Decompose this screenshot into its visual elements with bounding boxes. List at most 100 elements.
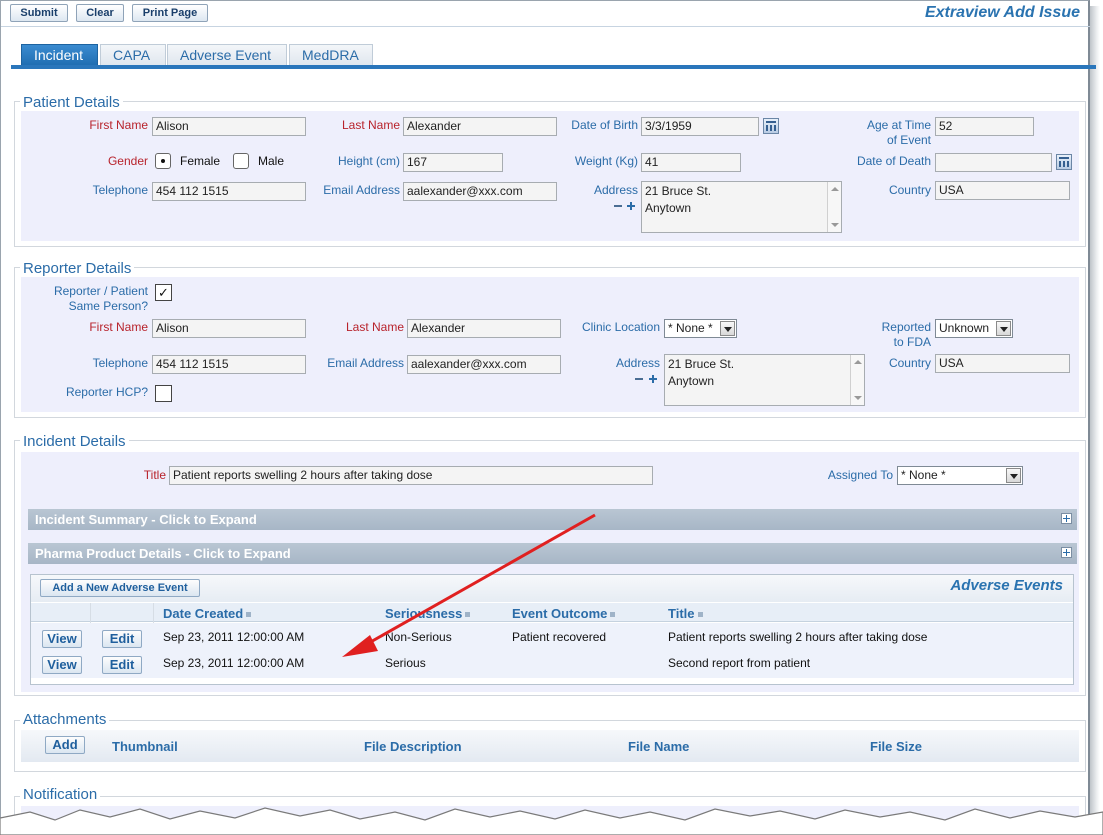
clinic-location-label: Clinic Location <box>581 320 660 334</box>
column-title-label: Title <box>668 606 695 621</box>
edit-button[interactable]: Edit <box>102 630 142 648</box>
reporter-hcp-checkbox[interactable] <box>155 385 172 402</box>
add-attachment-button[interactable]: Add <box>45 736 85 754</box>
calendar-icon[interactable] <box>1056 154 1072 170</box>
gender-female-label: Female <box>180 154 221 168</box>
tab-capa[interactable]: CAPA <box>100 44 166 66</box>
reporter-first-name-label: First Name <box>89 320 148 334</box>
minus-icon[interactable] <box>634 374 644 384</box>
email-field[interactable]: aalexander@xxx.com <box>403 182 557 201</box>
weight-field[interactable]: 41 <box>641 153 741 172</box>
reported-to-fda-label: Reported to FDA <box>820 320 931 350</box>
reporter-country-field[interactable]: USA <box>935 354 1070 373</box>
view-button[interactable]: View <box>42 630 82 648</box>
add-adverse-event-button[interactable]: Add a New Adverse Event <box>40 579 200 597</box>
edit-button[interactable]: Edit <box>102 656 142 674</box>
reporter-last-name-field[interactable]: Alexander <box>407 319 561 338</box>
reporter-hcp-label: Reporter HCP? <box>65 385 148 399</box>
scroll-down-icon[interactable] <box>854 396 862 400</box>
age-label-line2: of Event <box>886 133 931 147</box>
tab-adverse-event[interactable]: Adverse Event <box>167 44 287 66</box>
pharma-product-text: Pharma Product Details - Click to Expand <box>35 546 291 561</box>
fda-label-line2: to FDA <box>893 335 931 349</box>
column-file-description: File Description <box>364 739 462 754</box>
print-page-button[interactable]: Print Page <box>132 4 208 22</box>
row-title: Patient reports swelling 2 hours after t… <box>668 630 928 644</box>
incident-details-legend: Incident Details <box>20 434 129 450</box>
same-person-checkbox[interactable]: ✓ <box>155 284 172 301</box>
telephone-field[interactable]: 454 112 1515 <box>152 182 306 201</box>
app-title: Extraview Add Issue <box>924 4 1080 21</box>
expand-icon[interactable] <box>1061 513 1072 524</box>
gender-male-radio[interactable] <box>233 153 249 169</box>
adverse-events-heading: Adverse Events <box>950 577 1063 594</box>
last-name-field[interactable]: Alexander <box>403 117 557 136</box>
calendar-icon[interactable] <box>763 118 779 134</box>
reporter-details-legend: Reporter Details <box>20 261 135 277</box>
country-field[interactable]: USA <box>935 181 1070 200</box>
reporter-email-field[interactable]: aalexander@xxx.com <box>407 355 561 374</box>
fda-label-line1: Reported <box>881 320 931 334</box>
reporter-email-label: Email Address <box>327 356 404 370</box>
sort-icon[interactable] <box>610 612 616 618</box>
incident-summary-text: Incident Summary - Click to Expand <box>35 512 257 527</box>
tab-incident[interactable]: Incident <box>21 44 98 66</box>
telephone-label: Telephone <box>92 183 148 197</box>
title-field[interactable]: Patient reports swelling 2 hours after t… <box>169 466 653 485</box>
chevron-down-icon[interactable] <box>1006 468 1021 483</box>
column-title[interactable]: Title <box>668 606 703 621</box>
column-thumbnail: Thumbnail <box>112 739 178 754</box>
view-button[interactable]: View <box>42 656 82 674</box>
column-date-created[interactable]: Date Created <box>163 606 252 621</box>
same-person-label: Reporter / Patient Same Person? <box>30 284 148 314</box>
age-label: Age at Time of Event <box>820 118 931 148</box>
height-field[interactable]: 167 <box>403 153 503 172</box>
dod-label: Date of Death <box>856 154 931 168</box>
age-label-line1: Age at Time <box>866 118 931 132</box>
row-date: Sep 23, 2011 12:00:00 AM <box>163 656 305 670</box>
same-person-label-line2: Same Person? <box>68 299 148 313</box>
gender-male-label: Male <box>258 154 285 168</box>
chevron-down-icon[interactable] <box>720 321 735 336</box>
sort-icon[interactable] <box>697 612 703 618</box>
scroll-down-icon[interactable] <box>831 223 839 227</box>
reporter-first-name-field[interactable]: Alison <box>152 319 306 338</box>
address-field[interactable]: 21 Bruce St. Anytown <box>641 181 842 233</box>
address-line-2: Anytown <box>645 201 692 215</box>
height-label: Height (cm) <box>337 154 400 168</box>
reporter-telephone-field[interactable]: 454 112 1515 <box>152 355 306 374</box>
age-field[interactable]: 52 <box>935 117 1034 136</box>
submit-button[interactable]: Submit <box>10 4 68 22</box>
first-name-field[interactable]: Alison <box>152 117 306 136</box>
column-date-created-label: Date Created <box>163 606 244 621</box>
clinic-location-value: * None * <box>668 321 713 335</box>
sort-icon[interactable] <box>246 612 252 618</box>
minus-icon[interactable] <box>613 201 623 211</box>
reported-to-fda-select[interactable]: Unknown <box>935 319 1013 338</box>
expand-icon[interactable] <box>1061 547 1072 558</box>
patient-details-legend: Patient Details <box>20 95 123 111</box>
address-line-1: 21 Bruce St. <box>645 184 712 198</box>
plus-icon[interactable] <box>648 374 658 384</box>
dod-field[interactable] <box>935 153 1052 172</box>
clinic-location-select[interactable]: * None * <box>664 319 737 338</box>
page-shadow <box>1090 6 1100 835</box>
gender-label: Gender <box>107 154 148 168</box>
address-line-2: Anytown <box>668 374 715 388</box>
assigned-to-value: * None * <box>901 468 946 482</box>
toolbar-divider <box>1 26 1090 27</box>
plus-icon[interactable] <box>626 201 636 211</box>
clear-button[interactable]: Clear <box>76 4 124 22</box>
reporter-telephone-label: Telephone <box>92 356 148 370</box>
assigned-to-select[interactable]: * None * <box>897 466 1023 485</box>
dob-field[interactable]: 3/3/1959 <box>641 117 759 136</box>
chevron-down-icon[interactable] <box>996 321 1011 336</box>
last-name-label: Last Name <box>341 118 400 132</box>
column-file-size: File Size <box>870 739 923 754</box>
dob-label: Date of Birth <box>571 118 638 132</box>
weight-label: Weight (Kg) <box>574 154 638 168</box>
gender-female-radio[interactable] <box>155 153 171 169</box>
tab-meddra[interactable]: MedDRA <box>289 44 373 66</box>
title-label: Title <box>143 468 166 482</box>
address-label: Address <box>593 183 638 197</box>
